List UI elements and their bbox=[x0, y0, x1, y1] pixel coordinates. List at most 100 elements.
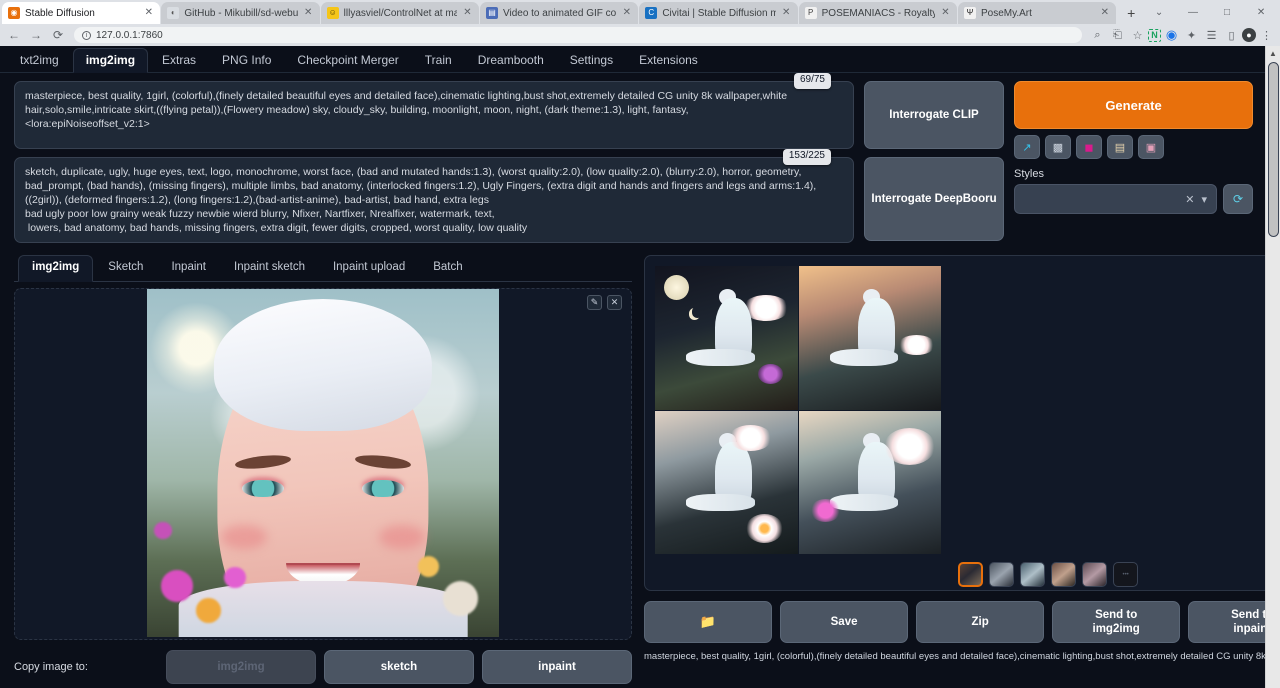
huggingface-icon: ☺ bbox=[327, 7, 339, 19]
thumb-4[interactable] bbox=[1082, 562, 1107, 587]
send-to-img2img-button[interactable]: Send to img2img bbox=[1052, 601, 1180, 643]
tab-extensions[interactable]: Extensions bbox=[627, 49, 710, 72]
figure-legs-3 bbox=[686, 494, 754, 511]
close-icon[interactable]: ✕ bbox=[462, 8, 473, 18]
window-collapse-button[interactable]: ⌄ bbox=[1142, 0, 1176, 24]
thumb-3[interactable] bbox=[1051, 562, 1076, 587]
sub-tab-img2img[interactable]: img2img bbox=[18, 255, 93, 282]
result-info-text: masterpiece, best quality, 1girl, (color… bbox=[644, 650, 1280, 661]
trash-clear-icon[interactable]: ▩ bbox=[1045, 135, 1071, 159]
thumb-grid[interactable] bbox=[958, 562, 983, 587]
save-style-icon[interactable]: ▣ bbox=[1138, 135, 1164, 159]
extensions-puzzle-icon[interactable]: ✦ bbox=[1182, 26, 1201, 44]
copy-to-img2img-button[interactable]: img2img bbox=[166, 650, 316, 684]
result-cell-4[interactable] bbox=[799, 411, 942, 555]
close-icon[interactable]: ✕ bbox=[940, 8, 951, 18]
window-close-button[interactable]: ✕ bbox=[1244, 0, 1278, 24]
share-icon[interactable]: ⎗ bbox=[1108, 26, 1127, 44]
remove-image-icon[interactable]: ✕ bbox=[607, 295, 622, 310]
thumb-empty[interactable]: ••• bbox=[1113, 562, 1138, 587]
clipboard-apply-icon[interactable]: ▤ bbox=[1107, 135, 1133, 159]
thumb-2[interactable] bbox=[1020, 562, 1045, 587]
blossom-4 bbox=[746, 514, 783, 543]
source-image-dropzone[interactable]: ✎ ✕ bbox=[14, 288, 632, 640]
result-cell-3[interactable] bbox=[655, 411, 798, 555]
tab-checkpoint-merger[interactable]: Checkpoint Merger bbox=[285, 49, 410, 72]
img2img-right-panel: ✕ bbox=[644, 255, 1280, 684]
edit-pencil-icon[interactable]: ✎ bbox=[587, 295, 602, 310]
interrogate-clip-button[interactable]: Interrogate CLIP bbox=[864, 81, 1004, 149]
close-icon[interactable]: ✕ bbox=[621, 8, 632, 18]
tab-png-info[interactable]: PNG Info bbox=[210, 49, 283, 72]
browser-tab-4[interactable]: C Civitai | Stable Diffusion models ✕ bbox=[639, 2, 797, 24]
bookmark-star-icon[interactable]: ☆ bbox=[1128, 26, 1147, 44]
notion-extension-icon[interactable]: N bbox=[1148, 29, 1161, 42]
crescent-moon-icon bbox=[692, 306, 703, 317]
browser-tab-5[interactable]: P POSEMANIACS - Royalty free 3 ✕ bbox=[799, 2, 957, 24]
back-icon[interactable]: ← bbox=[4, 26, 24, 44]
close-icon[interactable]: ✕ bbox=[781, 8, 792, 18]
blue-extension-icon[interactable]: ◉ bbox=[1162, 26, 1181, 44]
browser-tab-0[interactable]: ◉ Stable Diffusion ✕ bbox=[2, 2, 160, 24]
side-panel-icon[interactable]: ▯ bbox=[1222, 26, 1241, 44]
site-info-icon[interactable]: i bbox=[82, 31, 91, 40]
browser-tab-title: Civitai | Stable Diffusion models bbox=[662, 8, 775, 19]
close-icon[interactable]: ✕ bbox=[1185, 193, 1194, 206]
tab-extras[interactable]: Extras bbox=[150, 49, 208, 72]
scrollbar-thumb[interactable] bbox=[1268, 62, 1279, 237]
scroll-up-icon[interactable]: ▲ bbox=[1266, 46, 1280, 60]
figure-legs-1 bbox=[686, 349, 754, 366]
content-region: img2img Sketch Inpaint Inpaint sketch In… bbox=[0, 247, 1265, 684]
browser-tab-3[interactable]: ▤ Video to animated GIF converter ✕ bbox=[480, 2, 638, 24]
reload-icon[interactable]: ⟳ bbox=[48, 26, 68, 44]
zoom-icon[interactable]: ⌕ bbox=[1088, 26, 1107, 44]
browser-tab-strip: ◉ Stable Diffusion ✕ ◐ GitHub - Mikubill… bbox=[0, 0, 1280, 24]
copy-to-sketch-button[interactable]: sketch bbox=[324, 650, 474, 684]
negative-prompt-textarea[interactable]: sketch, duplicate, ugly, huge eyes, text… bbox=[14, 157, 854, 243]
refresh-styles-icon[interactable]: ⟳ bbox=[1223, 184, 1253, 214]
open-folder-button[interactable]: 📁 bbox=[644, 601, 772, 643]
profile-avatar-icon[interactable]: ● bbox=[1242, 28, 1256, 42]
tab-img2img[interactable]: img2img bbox=[73, 48, 148, 73]
sub-tab-inpaint-upload[interactable]: Inpaint upload bbox=[320, 256, 418, 281]
page-scrollbar[interactable]: ▲ bbox=[1265, 46, 1280, 688]
tab-txt2img[interactable]: txt2img bbox=[8, 49, 71, 72]
result-image-grid[interactable] bbox=[655, 266, 941, 554]
save-button[interactable]: Save bbox=[780, 601, 908, 643]
tab-dreambooth[interactable]: Dreambooth bbox=[466, 49, 556, 72]
tab-train[interactable]: Train bbox=[413, 49, 464, 72]
sub-tab-batch[interactable]: Batch bbox=[420, 256, 475, 281]
generate-button[interactable]: Generate bbox=[1014, 81, 1253, 129]
close-icon[interactable]: ✕ bbox=[1099, 8, 1110, 18]
browser-toolbar: ← → ⟳ i 127.0.0.1:7860 ⌕ ⎗ ☆ N ◉ ✦ ☰ ▯ ●… bbox=[0, 24, 1280, 46]
address-bar[interactable]: i 127.0.0.1:7860 bbox=[74, 27, 1082, 43]
interrogate-deepbooru-button[interactable]: Interrogate DeepBooru bbox=[864, 157, 1004, 241]
prompt-textarea[interactable]: masterpiece, best quality, 1girl, (color… bbox=[14, 81, 854, 149]
sub-tab-inpaint-sketch[interactable]: Inpaint sketch bbox=[221, 256, 318, 281]
chevron-down-icon[interactable]: ▾ bbox=[1201, 193, 1207, 206]
browser-tab-2[interactable]: ☺ lllyasviel/ControlNet at main ✕ bbox=[321, 2, 479, 24]
copy-to-inpaint-button[interactable]: inpaint bbox=[482, 650, 632, 684]
browser-tab-6[interactable]: Ψ PoseMy.Art ✕ bbox=[958, 2, 1116, 24]
sub-tab-sketch[interactable]: Sketch bbox=[95, 256, 156, 281]
result-cell-1[interactable] bbox=[655, 266, 798, 410]
result-cell-2[interactable] bbox=[799, 266, 942, 410]
thumb-1[interactable] bbox=[989, 562, 1014, 587]
reading-list-icon[interactable]: ☰ bbox=[1202, 26, 1221, 44]
styles-select[interactable]: ✕ ▾ bbox=[1014, 184, 1217, 214]
dice-style-icon[interactable]: ◼ bbox=[1076, 135, 1102, 159]
new-tab-button[interactable]: + bbox=[1120, 2, 1142, 24]
blossom-3 bbox=[898, 335, 935, 355]
close-icon[interactable]: ✕ bbox=[303, 8, 314, 18]
window-minimize-button[interactable]: — bbox=[1176, 0, 1210, 24]
sub-tab-inpaint[interactable]: Inpaint bbox=[158, 256, 219, 281]
zip-button[interactable]: Zip bbox=[916, 601, 1044, 643]
tab-settings[interactable]: Settings bbox=[558, 49, 625, 72]
browser-tab-1[interactable]: ◐ GitHub - Mikubill/sd-webui-co ✕ bbox=[161, 2, 319, 24]
image-petal-1 bbox=[161, 570, 193, 601]
chrome-menu-icon[interactable]: ⋮ bbox=[1257, 26, 1276, 44]
forward-icon[interactable]: → bbox=[26, 26, 46, 44]
close-icon[interactable]: ✕ bbox=[143, 8, 154, 18]
window-maximize-button[interactable]: □ bbox=[1210, 0, 1244, 24]
arrow-paste-icon[interactable]: ↗ bbox=[1014, 135, 1040, 159]
